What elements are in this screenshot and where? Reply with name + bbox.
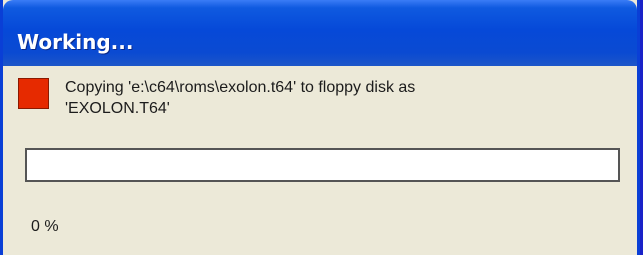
status-message-line-1: Copying 'e:\c64\roms\exolon.t64' to flop… [65,79,416,96]
dialog-body: Copying 'e:\c64\roms\exolon.t64' to flop… [3,66,637,255]
red-square-icon [18,78,49,109]
status-message-line-2: 'EXOLON.T64' [65,100,170,117]
progress-percent-label: 0 % [31,218,59,235]
progress-bar [25,148,620,182]
progress-dialog: Working... Copying 'e:\c64\roms\exolon.t… [0,0,640,255]
status-message: Copying 'e:\c64\roms\exolon.t64' to flop… [65,77,585,119]
dialog-title: Working... [17,30,134,54]
title-bar[interactable]: Working... [3,0,637,66]
